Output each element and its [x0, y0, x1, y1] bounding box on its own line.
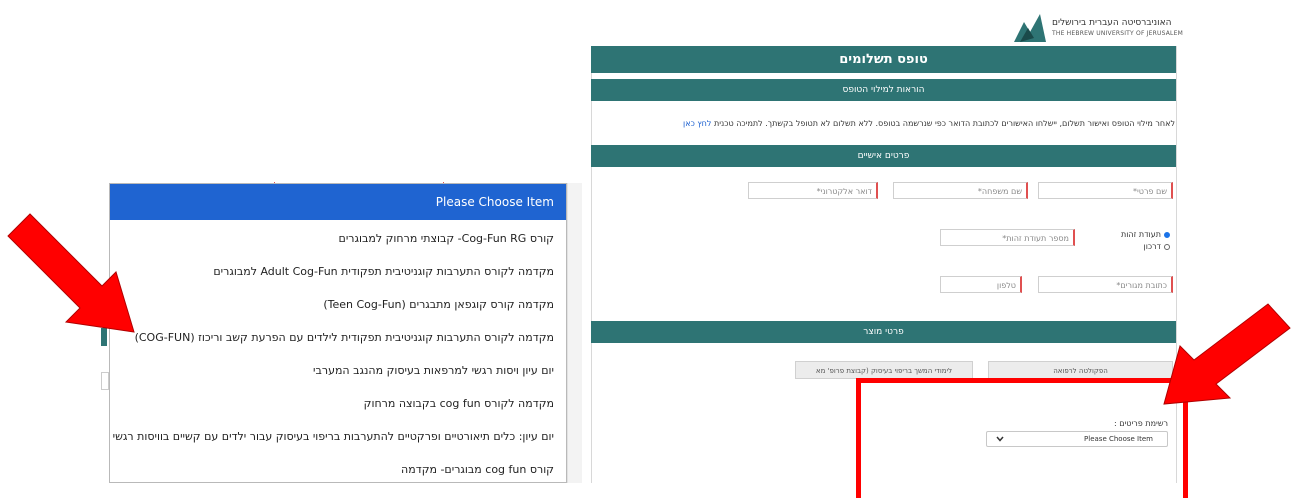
phone-field[interactable]: טלפון: [940, 276, 1022, 293]
last-name-field[interactable]: שם משפחה*: [893, 182, 1028, 199]
dropdown-option[interactable]: יום עיון: כלים תיאורטיים ופרקטיים להתערב…: [110, 420, 566, 453]
email-field[interactable]: דואר אלקטרוני*: [748, 182, 878, 199]
radio-passport-label: דרכון: [1143, 242, 1161, 251]
highlight-rectangle: [856, 378, 1188, 498]
logo-hebrew-text: האוניברסיטה העברית בירושלים: [1052, 18, 1172, 28]
form-title: טופס תשלומים: [591, 46, 1176, 73]
radio-passport-option[interactable]: דרכון: [1080, 242, 1170, 251]
dropdown-option[interactable]: יום עיון ויסות רגשי למרפאות בעיסוק מהנגב…: [110, 354, 566, 387]
instructions-body: לאחר מילוי הטופס ואישור תשלום, יישלחו הא…: [713, 119, 1175, 128]
dropdown-header-option[interactable]: Please Choose Item: [110, 184, 566, 220]
faculty-medicine-button[interactable]: הפקולטה לרפואה: [988, 361, 1173, 379]
radio-unselected-icon[interactable]: [1164, 243, 1170, 250]
address-field[interactable]: כתובת מגורים*: [1038, 276, 1173, 293]
radio-selected-icon[interactable]: [1164, 231, 1170, 238]
radio-id-option[interactable]: תעודת זהות: [1080, 230, 1170, 239]
university-logo-icon: [1014, 14, 1046, 42]
dropdown-option[interactable]: מקדמה קורס קוגפאן מתבגרים (Teen Cog-Fun): [110, 288, 566, 321]
dropdown-scrollbar[interactable]: [567, 183, 582, 483]
first-name-field[interactable]: שם פרטי*: [1038, 182, 1173, 199]
continuing-studies-button[interactable]: לימודי המשך בריפוי בעיסוק (קבוצת פרופ' מ…: [795, 361, 973, 379]
radio-id-label: תעודת זהות: [1120, 230, 1161, 239]
dropdown-option[interactable]: מקדמה לקורס התערבות קוגניטיבית תפקודית A…: [110, 255, 566, 288]
dropdown-option[interactable]: מקדמה לקורס התערבות קוגניטיבית תפקודית ל…: [110, 321, 566, 354]
product-details-header: פרטי מוצר: [591, 321, 1176, 343]
red-arrow-left-icon: [7, 213, 135, 333]
item-dropdown-list[interactable]: Please Choose Item קורס Cog-Fun RG- קבוצ…: [109, 183, 567, 483]
id-number-field[interactable]: מספר תעודת זהות*: [940, 229, 1075, 246]
red-arrow-right-icon: [1163, 303, 1291, 405]
support-link[interactable]: לחץ כאן: [683, 119, 711, 128]
dropdown-option[interactable]: קורס cog fun מבוגרים- מקדמה: [110, 453, 566, 482]
logo-english-text: THE HEBREW UNIVERSITY OF JERUSALEM: [1052, 30, 1183, 37]
dropdown-option[interactable]: מקדמה לקורס cog fun בקבוצה מרחוק: [110, 387, 566, 420]
personal-details-header: פרטים אישיים: [591, 145, 1176, 167]
instructions-header[interactable]: הוראות למילוי הטופס: [591, 79, 1176, 101]
dropdown-option[interactable]: קורס Cog-Fun RG- קבוצתי מרחוק למבוגרים: [110, 222, 566, 255]
background-box-edge: [101, 372, 109, 390]
instructions-text: לאחר מילוי הטופס ואישור תשלום, יישלחו הא…: [591, 119, 1175, 128]
